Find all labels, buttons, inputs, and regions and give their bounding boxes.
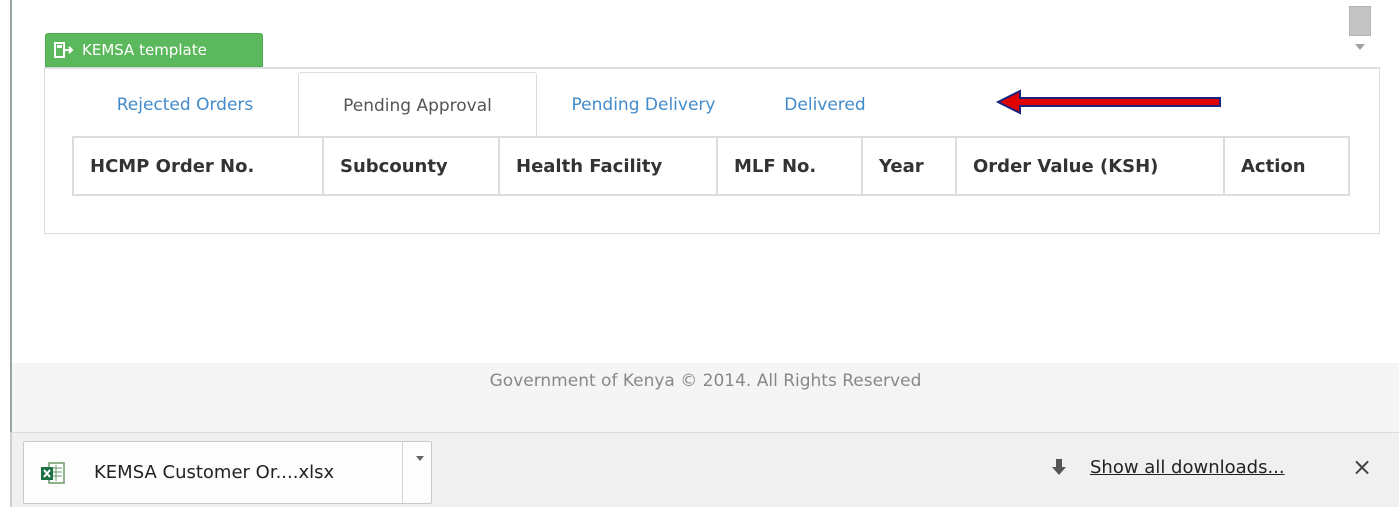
annotation-arrow xyxy=(995,89,1221,115)
template-button-label: KEMSA template xyxy=(82,41,207,59)
tab-pending-approval[interactable]: Pending Approval xyxy=(298,72,537,138)
column-header[interactable]: Health Facility xyxy=(498,136,718,196)
kemsa-template-button[interactable]: KEMSA template xyxy=(45,33,263,67)
tab-delivered[interactable]: Delivered xyxy=(750,72,900,138)
tab-label: Rejected Orders xyxy=(116,95,254,115)
column-header[interactable]: HCMP Order No. xyxy=(72,136,324,196)
column-header[interactable]: MLF No. xyxy=(716,136,863,196)
file-export-icon xyxy=(54,42,74,58)
tab-label: Pending Approval xyxy=(343,95,492,116)
orders-table: HCMP Order No. Subcounty Health Facility… xyxy=(72,136,1350,196)
column-header[interactable]: Order Value (KSH) xyxy=(955,136,1225,196)
page-footer: Government of Kenya © 2014. All Rights R… xyxy=(12,363,1399,432)
scrollbar-thumb[interactable] xyxy=(1349,6,1371,36)
download-item[interactable]: KEMSA Customer Or....xlsx xyxy=(23,441,432,504)
tab-rejected-orders[interactable]: Rejected Orders xyxy=(72,72,298,138)
scroll-down-arrow-icon[interactable] xyxy=(1355,44,1365,50)
download-item-separator xyxy=(402,442,403,503)
tab-label: Delivered xyxy=(784,95,866,115)
footer-text: Government of Kenya © 2014. All Rights R… xyxy=(489,371,922,391)
download-file-name: KEMSA Customer Or....xlsx xyxy=(94,462,335,483)
column-header[interactable]: Action xyxy=(1223,136,1350,196)
downloads-bar: KEMSA Customer Or....xlsx Show all downl… xyxy=(12,432,1399,507)
download-menu-caret-icon[interactable] xyxy=(416,456,424,461)
vertical-scrollbar[interactable] xyxy=(1345,0,1373,64)
tab-label: Pending Delivery xyxy=(571,95,716,115)
close-downloads-bar-icon[interactable]: × xyxy=(1352,453,1372,481)
excel-file-icon xyxy=(41,461,65,484)
tab-pending-delivery[interactable]: Pending Delivery xyxy=(537,72,750,138)
table-header-row: HCMP Order No. Subcounty Health Facility… xyxy=(72,136,1350,196)
column-header[interactable]: Year xyxy=(861,136,957,196)
table-divider xyxy=(72,194,324,196)
show-all-downloads-link[interactable]: Show all downloads... xyxy=(1090,457,1285,478)
column-header[interactable]: Subcounty xyxy=(322,136,500,196)
download-arrow-icon xyxy=(1052,458,1066,475)
show-all-downloads[interactable]: Show all downloads... xyxy=(1052,457,1285,478)
